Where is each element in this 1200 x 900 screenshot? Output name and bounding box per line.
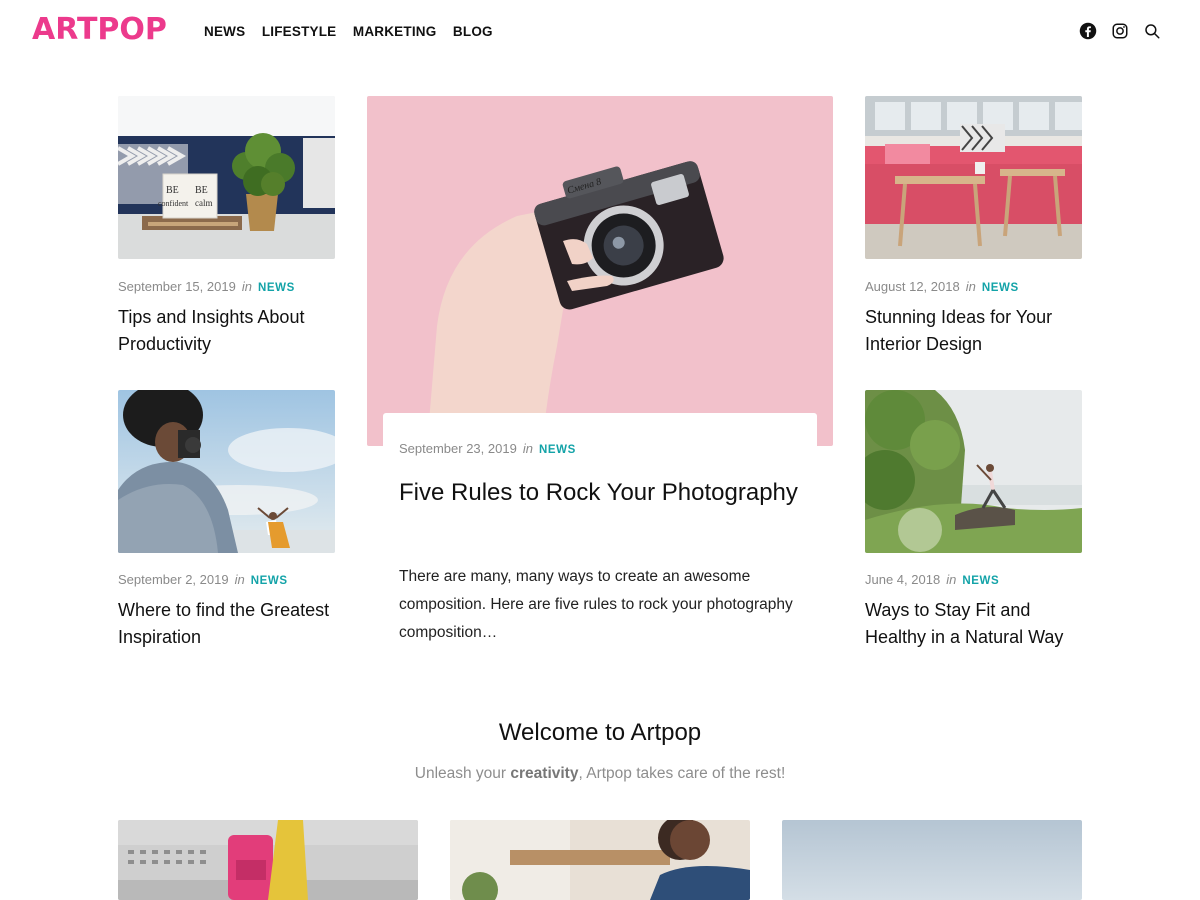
post-thumbnail-fitness[interactable]: [865, 390, 1082, 553]
site-logo[interactable]: ARTPOP: [32, 12, 167, 48]
svg-text:BE: BE: [195, 185, 208, 196]
bottom-thumbnail-1[interactable]: [118, 820, 418, 900]
nav-item-marketing[interactable]: MARKETING: [353, 24, 437, 40]
desk-photo: BE confident BE calm: [118, 96, 335, 259]
category-link[interactable]: NEWS: [539, 444, 576, 456]
post-thumbnail-inspiration[interactable]: [118, 390, 335, 553]
post-date: September 23, 2019: [399, 441, 517, 456]
post-meta-productivity: September 15, 2019 in NEWS: [118, 279, 295, 294]
nav-item-blog[interactable]: BLOG: [453, 24, 493, 40]
featured-excerpt: There are many, many ways to create an a…: [399, 568, 793, 641]
site-header: ARTPOP NEWS LIFESTYLE MARKETING BLOG: [0, 0, 1200, 64]
post-title-fitness[interactable]: Ways to Stay Fit and Healthy in a Natura…: [865, 597, 1082, 651]
featured-post-card: September 23, 2019 in NEWS Five Rules to R…: [383, 413, 817, 663]
mug-text-left: BE: [166, 185, 179, 196]
bottom-thumbnail-3[interactable]: [782, 820, 1082, 900]
yoga-photo: [865, 390, 1082, 553]
post-meta-inspiration: September 2, 2019 in NEWS: [118, 572, 288, 587]
post-date: September 15, 2019: [118, 279, 236, 294]
post-title-productivity[interactable]: Tips and Insights About Productivity: [118, 304, 335, 358]
featured-thumbnail[interactable]: Смена 8: [367, 96, 833, 446]
welcome-emphasis: creativity: [510, 765, 579, 782]
instagram-icon[interactable]: [1111, 22, 1129, 40]
featured-title[interactable]: Five Rules to Rock Your Photography: [399, 475, 799, 511]
backpack-photo: [118, 820, 418, 900]
post-date: August 12, 2018: [865, 279, 960, 294]
post-thumbnail-interior[interactable]: [865, 96, 1082, 259]
category-link[interactable]: NEWS: [251, 575, 288, 587]
facebook-icon[interactable]: [1079, 22, 1097, 40]
camera-photo: Смена 8: [367, 96, 833, 446]
nav-item-lifestyle[interactable]: LIFESTYLE: [262, 24, 337, 40]
portrait-photo: [450, 820, 750, 900]
featured-meta: September 23, 2019 in NEWS: [399, 441, 576, 456]
post-title-inspiration[interactable]: Where to find the Greatest Inspiration: [118, 597, 335, 651]
welcome-title: Welcome to Artpop: [498, 719, 702, 746]
category-link[interactable]: NEWS: [982, 282, 1019, 294]
main-nav: NEWS LIFESTYLE MARKETING BLOG: [204, 24, 509, 40]
sky-photo: [782, 820, 1082, 900]
svg-text:calm: calm: [195, 198, 213, 208]
svg-text:confident: confident: [158, 199, 189, 208]
welcome-subtitle: Unleash your creativity, Artpop takes ca…: [414, 765, 786, 782]
interior-photo: [865, 96, 1082, 259]
post-meta-fitness: June 4, 2018 in NEWS: [865, 572, 1000, 587]
category-link[interactable]: NEWS: [962, 575, 999, 587]
post-meta-interior: August 12, 2018 in NEWS: [865, 279, 1019, 294]
post-thumbnail-productivity[interactable]: BE confident BE calm: [118, 96, 335, 259]
post-date: September 2, 2019: [118, 572, 229, 587]
search-icon[interactable]: [1143, 22, 1161, 40]
post-title-interior[interactable]: Stunning Ideas for Your Interior Design: [865, 304, 1082, 358]
post-date: June 4, 2018: [865, 572, 941, 587]
nav-item-news[interactable]: NEWS: [204, 24, 245, 40]
header-actions: [1079, 22, 1161, 40]
photographer-photo: [118, 390, 335, 553]
bottom-thumbnail-2[interactable]: [450, 820, 750, 900]
category-link[interactable]: NEWS: [258, 282, 295, 294]
